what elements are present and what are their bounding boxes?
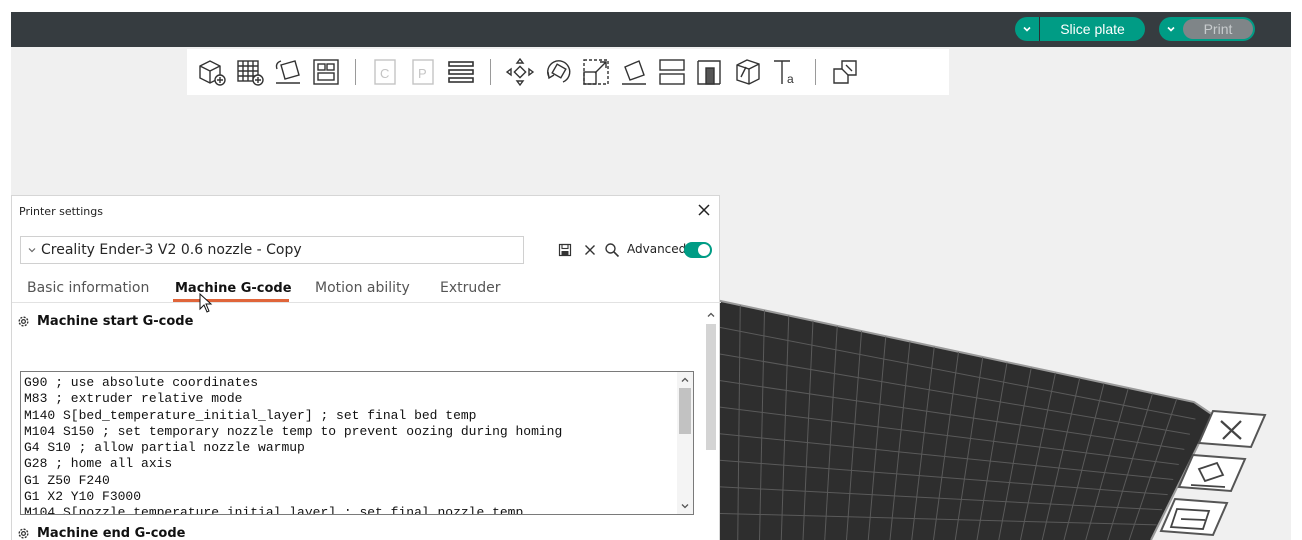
gcode-text[interactable]: G90 ; use absolute coordinates M83 ; ext… bbox=[24, 375, 674, 515]
chevron-up-icon[interactable] bbox=[706, 310, 716, 320]
gear-icon bbox=[18, 528, 29, 539]
tab-divider bbox=[12, 302, 721, 303]
tab-extruder[interactable]: Extruder bbox=[440, 280, 501, 296]
tab-basic-information[interactable]: Basic information bbox=[27, 280, 149, 296]
assembly-icon[interactable] bbox=[826, 52, 864, 92]
gcode-line: G1 X2 Y10 F3000 bbox=[24, 489, 142, 505]
dialog-title: Printer settings bbox=[19, 205, 103, 218]
machine-end-gcode-header: Machine end G-code bbox=[16, 526, 185, 540]
gcode-line: M140 S[bed_temperature_initial_layer] ; … bbox=[24, 407, 477, 423]
chevron-down-icon bbox=[28, 248, 36, 253]
scrollbar-thumb[interactable] bbox=[706, 324, 716, 450]
dialog-scrollbar[interactable] bbox=[704, 308, 718, 540]
arrange-icon[interactable] bbox=[1159, 495, 1231, 539]
main-toolbar: C P a bbox=[187, 49, 949, 95]
cut-icon[interactable] bbox=[653, 52, 691, 92]
copy-plate-icon[interactable]: C bbox=[366, 52, 404, 92]
close-icon[interactable] bbox=[696, 202, 712, 218]
delete-icon[interactable] bbox=[583, 243, 597, 257]
svg-text:a: a bbox=[787, 72, 794, 86]
toolbar-divider bbox=[815, 59, 816, 85]
editor-scrollbar[interactable] bbox=[677, 372, 693, 514]
section-title: Machine end G-code bbox=[37, 526, 186, 540]
svg-text:P: P bbox=[418, 66, 427, 81]
chevron-up-icon[interactable] bbox=[680, 375, 690, 385]
scale-icon[interactable] bbox=[577, 52, 615, 92]
arrange-icon[interactable] bbox=[307, 52, 345, 92]
support-paint-icon[interactable] bbox=[691, 52, 729, 92]
advanced-toggle[interactable] bbox=[684, 242, 712, 258]
plate-settings-icon[interactable]: P bbox=[404, 52, 442, 92]
chevron-down-icon[interactable] bbox=[1159, 17, 1183, 41]
toolbar-divider bbox=[355, 59, 356, 85]
close-icon[interactable] bbox=[1195, 407, 1267, 451]
add-plate-icon[interactable] bbox=[231, 52, 269, 92]
gcode-line: M104 S150 ; set temporary nozzle temp to… bbox=[24, 423, 563, 439]
app-window: Slice plate Print C P a Printer settings… bbox=[0, 0, 1302, 540]
print-label: Print bbox=[1183, 19, 1253, 39]
start-gcode-editor[interactable]: G90 ; use absolute coordinates M83 ; ext… bbox=[20, 371, 694, 515]
add-cube-icon[interactable] bbox=[193, 52, 231, 92]
gcode-line: M104 S[nozzle_temperature_initial_layer]… bbox=[24, 505, 524, 515]
seam-paint-icon[interactable] bbox=[729, 52, 767, 92]
slice-plate-label: Slice plate bbox=[1060, 21, 1125, 37]
tab-machine-gcode[interactable]: Machine G-code bbox=[175, 281, 292, 296]
move-icon[interactable] bbox=[501, 52, 539, 92]
gcode-line: G90 ; use absolute coordinates bbox=[24, 375, 259, 390]
gcode-line: M83 ; extruder relative mode bbox=[24, 391, 243, 407]
mouse-cursor-icon bbox=[199, 293, 213, 313]
print-button[interactable]: Print bbox=[1159, 17, 1255, 41]
tab-motion-ability[interactable]: Motion ability bbox=[315, 280, 410, 296]
gcode-line: G28 ; home all axis bbox=[24, 456, 173, 472]
text-icon[interactable]: a bbox=[767, 52, 805, 92]
save-icon[interactable] bbox=[558, 243, 572, 257]
chevron-down-icon[interactable] bbox=[1015, 17, 1039, 41]
gear-icon bbox=[18, 316, 29, 327]
preset-select[interactable]: Creality Ender-3 V2 0.6 nozzle - Copy bbox=[20, 236, 524, 264]
printer-settings-dialog: Printer settings Creality Ender-3 V2 0.6… bbox=[11, 195, 721, 540]
gcode-line: G4 S10 ; allow partial nozzle warmup bbox=[24, 440, 305, 456]
rotate-icon[interactable] bbox=[539, 52, 577, 92]
layers-icon[interactable] bbox=[442, 52, 480, 92]
auto-orient-icon[interactable] bbox=[1177, 451, 1249, 495]
slice-plate-button[interactable]: Slice plate bbox=[1015, 17, 1145, 41]
top-bar: Slice plate Print bbox=[11, 12, 1291, 47]
toolbar-divider bbox=[490, 59, 491, 85]
advanced-label: Advanced bbox=[627, 242, 687, 256]
lay-on-face-icon[interactable] bbox=[615, 52, 653, 92]
auto-orient-icon[interactable] bbox=[269, 52, 307, 92]
svg-text:C: C bbox=[380, 66, 389, 81]
chevron-down-icon[interactable] bbox=[680, 501, 690, 511]
section-title: Machine start G-code bbox=[37, 314, 194, 329]
toggle-knob bbox=[698, 244, 710, 256]
scrollbar-thumb[interactable] bbox=[679, 388, 691, 434]
gcode-line: G1 Z50 F240 bbox=[24, 472, 110, 488]
machine-start-gcode-header: Machine start G-code bbox=[16, 314, 193, 329]
search-icon[interactable] bbox=[604, 242, 620, 258]
3d-viewport[interactable]: C P a Printer settings Creality Ender-3 … bbox=[11, 47, 1291, 540]
preset-name: Creality Ender-3 V2 0.6 nozzle - Copy bbox=[41, 242, 302, 258]
